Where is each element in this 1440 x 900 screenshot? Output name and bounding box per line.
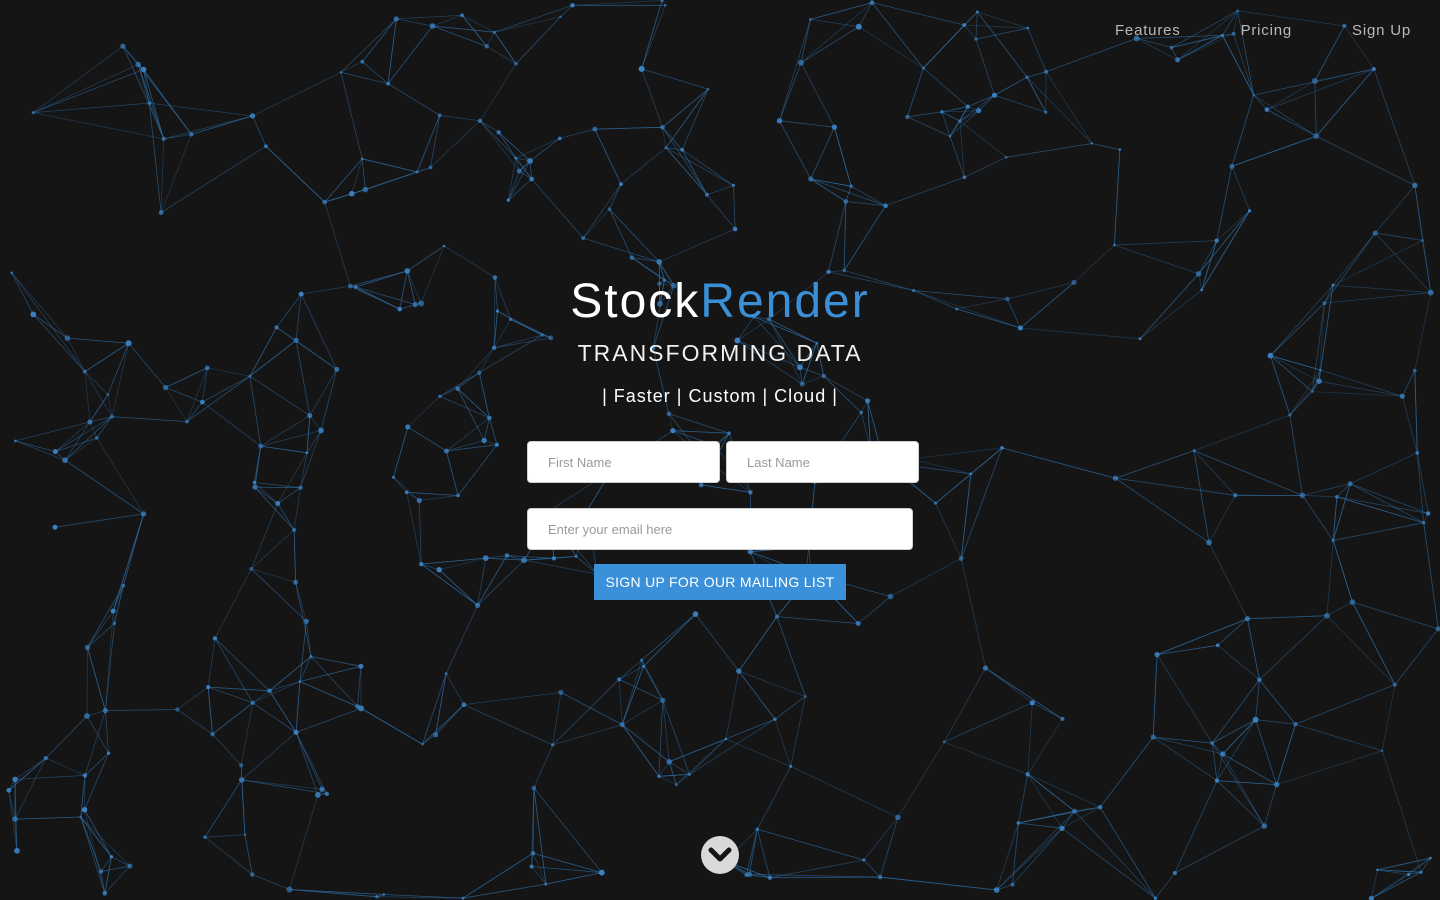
nav-item-pricing[interactable]: Pricing xyxy=(1241,22,1292,39)
scroll-down-button[interactable] xyxy=(701,836,739,874)
top-nav: Features Pricing Sign Up xyxy=(1055,22,1411,39)
tagline: TRANSFORMING DATA xyxy=(577,340,863,366)
hero: StockRender TRANSFORMING DATA | Faster |… xyxy=(0,272,1440,408)
mailing-list-form: SIGN UP FOR OUR MAILING LIST xyxy=(527,441,919,600)
nav-item-features[interactable]: Features xyxy=(1115,22,1181,39)
mailing-list-signup-button[interactable]: SIGN UP FOR OUR MAILING LIST xyxy=(594,564,846,600)
brand-primary: Stock xyxy=(570,275,701,328)
name-row xyxy=(527,441,919,483)
brand-accent: Render xyxy=(700,275,870,328)
landing-page: Features Pricing Sign Up StockRender TRA… xyxy=(0,0,1440,900)
chevron-down-icon xyxy=(708,847,732,862)
features-line: | Faster | Custom | Cloud | xyxy=(602,386,838,406)
first-name-input[interactable] xyxy=(527,441,720,483)
brand-logo: StockRender xyxy=(0,272,1440,332)
nav-item-sign-up[interactable]: Sign Up xyxy=(1352,22,1411,39)
email-input[interactable] xyxy=(527,508,913,550)
last-name-input[interactable] xyxy=(726,441,919,483)
